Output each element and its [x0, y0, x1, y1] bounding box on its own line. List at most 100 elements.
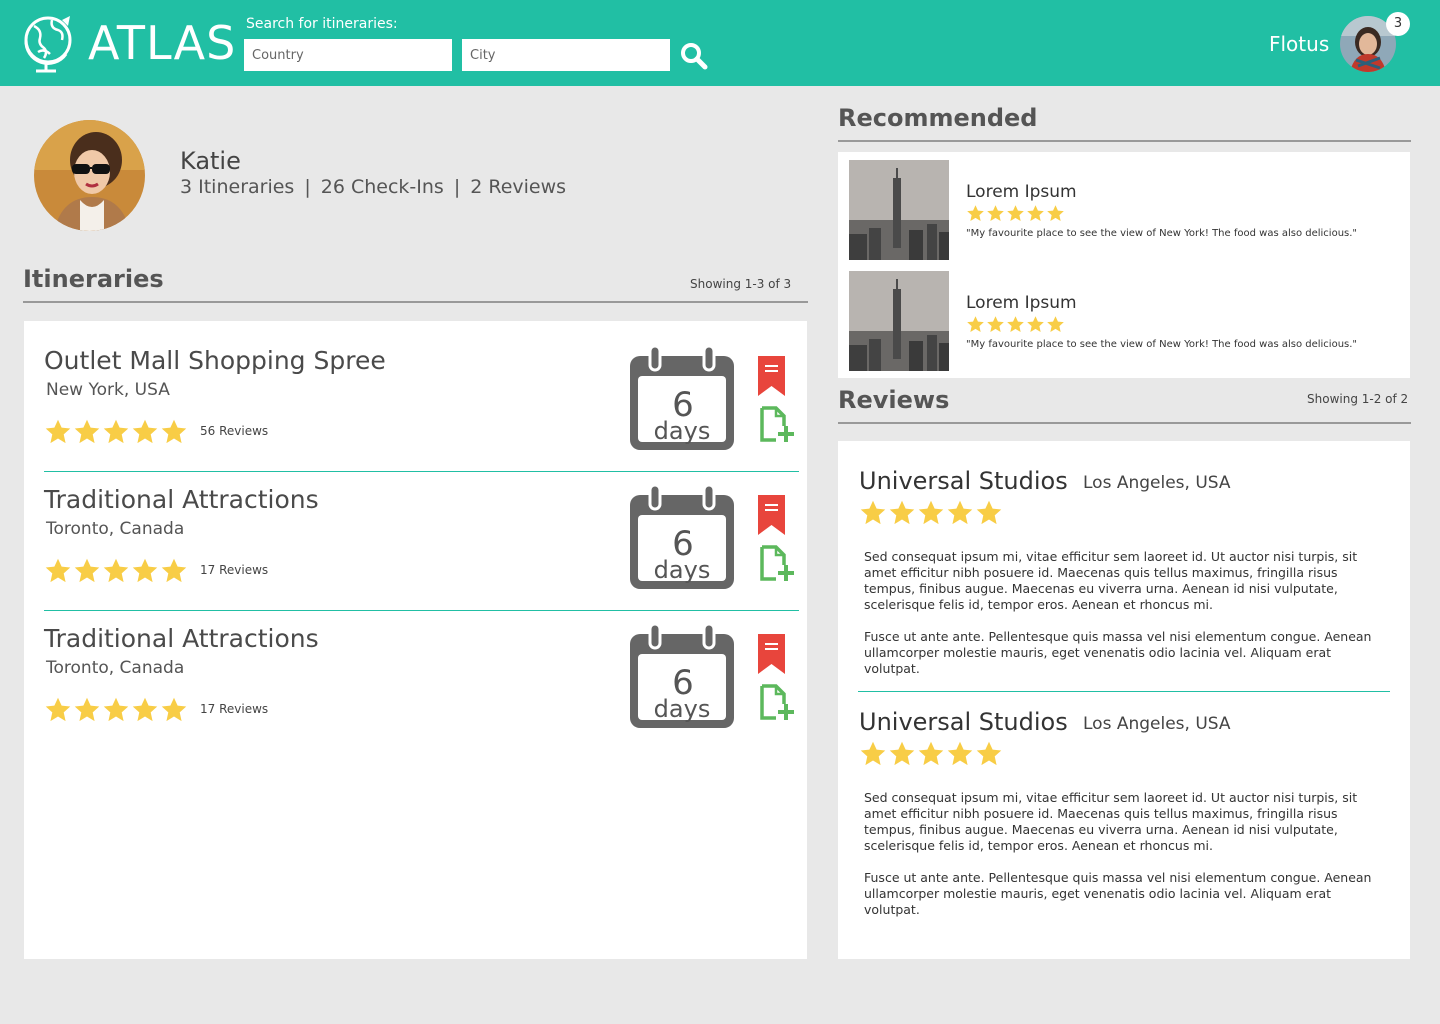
itineraries-underline	[23, 301, 808, 303]
profile-stats: 3 Itineraries | 26 Check-Ins | 2 Reviews	[180, 176, 566, 198]
itinerary-review-count[interactable]: 17 Reviews	[200, 702, 268, 716]
user-name[interactable]: Flotus	[1269, 32, 1329, 56]
itineraries-showing-count: Showing 1-3 of 3	[690, 277, 792, 291]
itinerary-divider	[44, 471, 799, 472]
star-icon	[889, 500, 915, 525]
star-rating	[966, 204, 1065, 223]
itinerary-title[interactable]: Outlet Mall Shopping Spree	[44, 346, 386, 375]
bookmark-icon[interactable]	[758, 634, 785, 674]
profile-avatar	[34, 120, 145, 231]
recommended-quote: "My favourite place to see the view of N…	[966, 228, 1358, 239]
duration-unit: days	[654, 417, 711, 445]
star-icon	[45, 419, 71, 444]
star-icon	[103, 697, 129, 722]
search-label: Search for itineraries:	[246, 16, 398, 32]
star-icon	[967, 205, 984, 222]
review-paragraph: Sed consequat ipsum mi, vitae efficitur …	[864, 790, 1358, 853]
star-icon	[1047, 205, 1064, 222]
app-logo-text[interactable]: ATLAS	[88, 18, 236, 68]
reviews-list: Universal Studios Los Angeles, USA Sed c…	[838, 441, 1410, 959]
bookmark-icon[interactable]	[758, 495, 785, 535]
review-title[interactable]: Universal Studios	[859, 708, 1068, 736]
recommended-item[interactable]: Lorem Ipsum "My favourite place to see t…	[849, 271, 1399, 371]
reviews-heading: Reviews	[838, 386, 950, 414]
star-rating	[859, 740, 1003, 768]
itinerary-location: Toronto, Canada	[46, 658, 185, 678]
review-title[interactable]: Universal Studios	[859, 467, 1068, 495]
checkins-count[interactable]: 26 Check-Ins	[321, 176, 444, 198]
add-file-icon[interactable]	[758, 545, 796, 583]
star-icon	[860, 741, 886, 766]
recommended-list: Lorem Ipsum "My favourite place to see t…	[838, 152, 1410, 378]
star-rating	[859, 499, 1003, 527]
recommended-quote: "My favourite place to see the view of N…	[966, 339, 1358, 350]
recommended-item[interactable]: Lorem Ipsum "My favourite place to see t…	[849, 160, 1399, 260]
star-icon	[1007, 316, 1024, 333]
star-icon	[74, 419, 100, 444]
duration-unit: days	[654, 556, 711, 584]
star-icon	[860, 500, 886, 525]
itinerary-location: New York, USA	[46, 380, 170, 400]
star-icon	[918, 500, 944, 525]
country-input[interactable]	[244, 39, 452, 71]
recommended-heading: Recommended	[838, 104, 1038, 132]
city-skyline-image[interactable]	[849, 271, 949, 371]
review-paragraph: Sed consequat ipsum mi, vitae efficitur …	[864, 549, 1358, 612]
add-file-icon[interactable]	[758, 684, 796, 722]
bookmark-icon[interactable]	[758, 356, 785, 396]
star-icon	[132, 558, 158, 583]
itineraries-heading: Itineraries	[23, 265, 164, 293]
star-icon	[947, 741, 973, 766]
star-icon	[889, 741, 915, 766]
star-icon	[103, 419, 129, 444]
star-icon	[1047, 316, 1064, 333]
reviews-underline	[838, 422, 1411, 424]
itinerary-card[interactable]: Traditional Attractions Toronto, Canada …	[44, 483, 799, 624]
add-file-icon[interactable]	[758, 406, 796, 444]
star-icon	[976, 741, 1002, 766]
review-paragraph: Fusce ut ante ante. Pellentesque quis ma…	[864, 870, 1372, 917]
itinerary-card[interactable]: Traditional Attractions Toronto, Canada …	[44, 622, 797, 763]
recommended-title[interactable]: Lorem Ipsum	[966, 182, 1077, 202]
itinerary-review-count[interactable]: 17 Reviews	[200, 563, 268, 577]
star-icon	[132, 419, 158, 444]
search-icon[interactable]	[680, 42, 708, 70]
review-divider	[858, 691, 1390, 692]
itinerary-divider	[44, 610, 799, 611]
star-icon	[103, 558, 129, 583]
city-input[interactable]	[462, 39, 670, 71]
stat-separator: |	[453, 176, 461, 198]
review-paragraph: Fusce ut ante ante. Pellentesque quis ma…	[864, 629, 1372, 676]
city-skyline-image[interactable]	[849, 160, 949, 260]
star-rating	[44, 418, 188, 446]
star-rating	[44, 557, 188, 585]
calendar-icon: 6 days	[628, 622, 736, 730]
star-icon	[161, 558, 187, 583]
globe-icon[interactable]	[18, 12, 76, 74]
star-icon	[161, 697, 187, 722]
recommended-underline	[838, 140, 1411, 142]
star-icon	[45, 558, 71, 583]
profile-name: Katie	[180, 147, 241, 175]
star-icon	[987, 316, 1004, 333]
duration-unit: days	[654, 695, 711, 723]
star-icon	[987, 205, 1004, 222]
itineraries-list: Outlet Mall Shopping Spree New York, USA…	[24, 321, 807, 959]
itineraries-count[interactable]: 3 Itineraries	[180, 176, 294, 198]
stat-separator: |	[304, 176, 311, 198]
review-location: Los Angeles, USA	[1083, 473, 1231, 493]
top-nav-bar: ATLAS Search for itineraries: Flotus 3	[0, 0, 1440, 86]
star-rating	[966, 315, 1065, 334]
star-icon	[45, 697, 71, 722]
star-icon	[1027, 205, 1044, 222]
notification-badge[interactable]: 3	[1386, 12, 1410, 36]
itinerary-title[interactable]: Traditional Attractions	[44, 624, 319, 653]
recommended-title[interactable]: Lorem Ipsum	[966, 293, 1077, 313]
star-icon	[918, 741, 944, 766]
itinerary-title[interactable]: Traditional Attractions	[44, 485, 319, 514]
star-icon	[161, 419, 187, 444]
reviews-count[interactable]: 2 Reviews	[470, 176, 566, 198]
itinerary-review-count[interactable]: 56 Reviews	[200, 424, 268, 438]
itinerary-card[interactable]: Outlet Mall Shopping Spree New York, USA…	[44, 344, 799, 485]
itinerary-location: Toronto, Canada	[46, 519, 185, 539]
